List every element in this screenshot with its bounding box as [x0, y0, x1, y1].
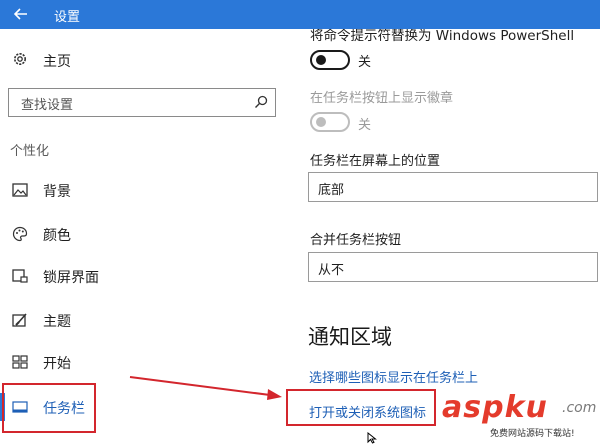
sidebar-item-label: 背景 [43, 184, 71, 200]
sidebar-item-label: 主题 [43, 314, 71, 330]
window-title: 设置 [54, 10, 81, 25]
watermark-subtitle: 免费网站源码下载站! [490, 426, 575, 439]
theme-icon [11, 311, 29, 329]
start-icon [11, 353, 29, 371]
combine-label: 合并任务栏按钮 [310, 233, 402, 248]
palette-icon [11, 225, 29, 243]
badges-toggle-state: 关 [358, 118, 372, 133]
toggle-knob [316, 55, 326, 65]
notification-heading: 通知区域 [308, 325, 392, 349]
sidebar-home-label: 主页 [43, 54, 71, 70]
powershell-toggle-state: 关 [358, 55, 372, 70]
sidebar-item-label: 开始 [43, 356, 71, 372]
sidebar-home[interactable]: 主页 [12, 50, 71, 72]
combine-value: 从不 [318, 263, 345, 278]
combine-dropdown[interactable]: 从不 [308, 252, 598, 282]
badges-toggle[interactable] [310, 112, 350, 132]
watermark: aspku .com 免费网站源码下载站! [440, 390, 600, 442]
watermark-logo: aspku [442, 390, 548, 425]
powershell-label: 将命令提示符替换为 Windows PowerShell [310, 29, 575, 44]
search-placeholder: 查找设置 [21, 98, 74, 113]
powershell-toggle[interactable] [310, 50, 350, 70]
mouse-cursor-icon [367, 432, 377, 444]
sidebar-item-start[interactable]: 开始 [0, 342, 292, 382]
toggle-knob [316, 117, 326, 127]
back-arrow-icon [13, 5, 28, 24]
position-dropdown[interactable]: 底部 [308, 172, 598, 202]
title-bar: 设置 [0, 0, 600, 29]
gear-icon [12, 51, 28, 71]
position-label: 任务栏在屏幕上的位置 [310, 154, 441, 169]
sidebar-item-colors[interactable]: 颜色 [0, 214, 292, 254]
section-title-personalization: 个性化 [10, 144, 50, 159]
lockscreen-icon [11, 267, 29, 285]
back-button[interactable] [0, 0, 42, 29]
sidebar-item-lockscreen[interactable]: 锁屏界面 [0, 256, 292, 296]
link-select-taskbar-icons[interactable]: 选择哪些图标显示在任务栏上 [309, 367, 478, 386]
position-value: 底部 [318, 183, 345, 198]
sidebar-item-label: 锁屏界面 [43, 270, 99, 286]
highlight-box-taskbar [2, 383, 96, 433]
sidebar-item-themes[interactable]: 主题 [0, 300, 292, 340]
settings-pane: 将命令提示符替换为 Windows PowerShell 关 在任务栏按钮上显示… [292, 29, 600, 442]
sidebar-item-label: 颜色 [43, 228, 71, 244]
search-icon[interactable] [254, 95, 268, 113]
badges-label: 在任务栏按钮上显示徽章 [310, 91, 454, 106]
sidebar: 主页 查找设置 个性化 背景 颜色 锁屏界面 主题 开始 任务栏 [0, 29, 292, 442]
search-input[interactable]: 查找设置 [8, 88, 276, 117]
highlight-box-system-icons [286, 389, 436, 426]
sidebar-item-background[interactable]: 背景 [0, 170, 292, 210]
picture-icon [11, 181, 29, 199]
watermark-dotcom: .com [562, 400, 597, 416]
